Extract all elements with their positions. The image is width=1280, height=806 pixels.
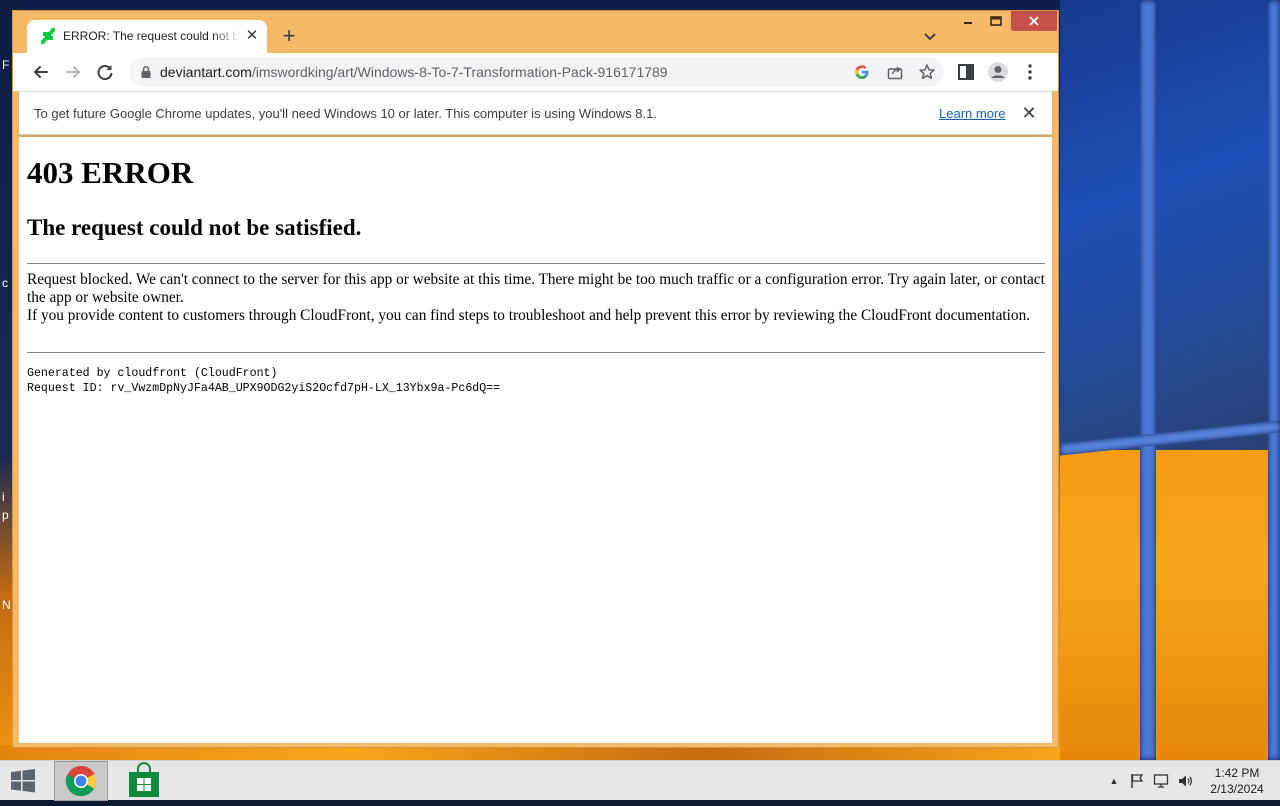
tray-expand-icon[interactable]: ▲ (1106, 773, 1122, 789)
wallpaper-blue-panel (1060, 0, 1280, 470)
lock-icon[interactable] (139, 65, 153, 79)
url-path: /imswordking/art/Windows-8-To-7-Transfor… (251, 64, 668, 80)
desktop-icon-label: c (2, 276, 8, 290)
taskbar: ▲ 1:42 PM 2/13/2024 (0, 760, 1280, 801)
forward-arrow-icon[interactable] (60, 59, 86, 85)
system-clock[interactable]: 1:42 PM 2/13/2024 (1205, 765, 1269, 797)
wallpaper-frame (1268, 0, 1280, 760)
maximize-icon (990, 16, 1002, 26)
tab-close-button[interactable]: ✕ (243, 27, 261, 45)
error-description: Request blocked. We can't connect to the… (27, 271, 1047, 325)
request-details: Generated by cloudfront (CloudFront) Requ… (27, 366, 500, 396)
taskbar-chrome-button[interactable] (54, 761, 108, 801)
infobar-message: To get future Google Chrome updates, you… (34, 106, 657, 121)
google-translate-g-icon[interactable] (853, 63, 871, 81)
taskbar-store-button[interactable] (117, 761, 171, 801)
side-panel-icon[interactable] (955, 61, 977, 83)
url-host: deviantart.com (160, 64, 252, 80)
clock-date: 2/13/2024 (1210, 782, 1264, 796)
share-icon[interactable] (886, 63, 904, 81)
title-bar: ERROR: The request could not be satisfie… (13, 11, 1058, 53)
desktop-icon-label: p (2, 508, 9, 522)
minimize-button[interactable] (955, 11, 981, 31)
network-icon[interactable] (1153, 773, 1169, 789)
infobar-close-button[interactable]: ✕ (1019, 103, 1039, 123)
new-tab-button[interactable]: + (277, 25, 301, 49)
more-menu-icon[interactable] (1019, 61, 1041, 83)
update-infobar: To get future Google Chrome updates, you… (19, 91, 1052, 135)
volume-icon[interactable] (1177, 773, 1193, 789)
page-title: 403 ERROR (27, 155, 194, 190)
learn-more-link[interactable]: Learn more (939, 106, 1005, 121)
clock-time: 1:42 PM (1214, 766, 1260, 780)
bookmark-star-icon[interactable] (918, 63, 936, 81)
desktop-icon-label: F (2, 58, 10, 72)
profile-avatar-icon[interactable] (987, 61, 1009, 83)
request-id-line: Request ID: rv_VwzmDpNyJFa4AB_UPX9ODG2yi… (27, 382, 501, 395)
page-content: 403 ERROR The request could not be satis… (19, 137, 1052, 743)
desktop-icon-label: N (2, 598, 11, 612)
address-bar[interactable]: deviantart.com/imswordking/art/Windows-8… (129, 57, 944, 87)
tab-title: ERROR: The request could not be satisfie… (63, 29, 239, 43)
url-text[interactable]: deviantart.com/imswordking/art/Windows-8… (160, 64, 668, 80)
reload-icon[interactable] (92, 59, 118, 85)
browser-window: ERROR: The request could not be satisfie… (12, 10, 1059, 748)
cloudfront-paragraph: If you provide content to customers thro… (27, 307, 1031, 324)
tab-search-chevron-icon[interactable] (918, 27, 942, 47)
wallpaper-frame (1140, 0, 1156, 760)
desktop-icon-label: i (2, 490, 5, 504)
chrome-icon (65, 765, 97, 797)
tab-active[interactable]: ERROR: The request could not be satisfie… (27, 20, 267, 53)
divider (27, 263, 1045, 264)
maximize-button[interactable] (983, 11, 1009, 31)
action-center-flag-icon[interactable] (1129, 773, 1145, 789)
close-icon (1029, 16, 1039, 26)
back-arrow-icon[interactable] (28, 59, 54, 85)
error-paragraph: Request blocked. We can't connect to the… (27, 271, 1045, 306)
page-subtitle: The request could not be satisfied. (27, 215, 362, 240)
store-icon (129, 762, 159, 797)
browser-toolbar: deviantart.com/imswordking/art/Windows-8… (13, 53, 1058, 91)
wallpaper-orange-panel (1060, 450, 1280, 760)
divider (27, 352, 1045, 353)
deviantart-favicon-icon (41, 28, 55, 44)
windows-start-icon[interactable] (6, 767, 40, 795)
minimize-icon (964, 22, 972, 24)
close-window-button[interactable] (1011, 11, 1057, 31)
generated-by-line: Generated by cloudfront (CloudFront) (27, 367, 278, 380)
